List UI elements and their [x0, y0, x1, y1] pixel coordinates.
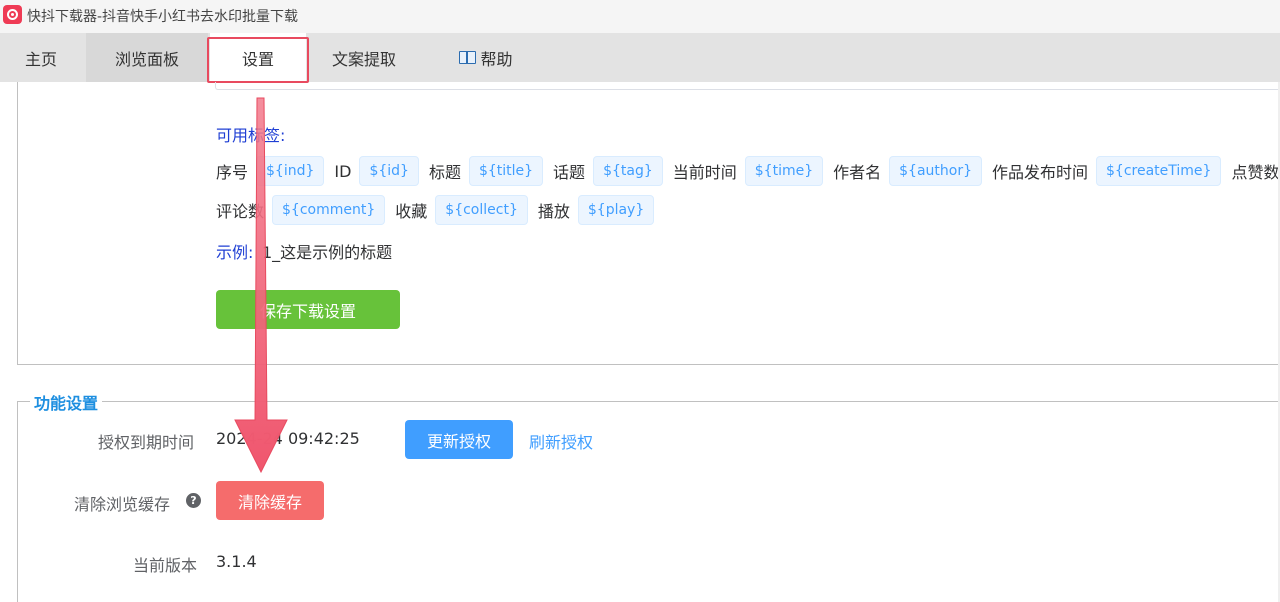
refresh-license-link[interactable]: 刷新授权 [529, 429, 593, 453]
function-fieldset-left-border [17, 401, 18, 602]
auth-expiry-label: 授权到期时间 [98, 433, 195, 452]
app-logo-icon [3, 5, 22, 24]
tag-name-id: ID [334, 161, 352, 181]
clear-cache-label: 清除浏览缓存 [74, 495, 171, 514]
tag-name-play: 播放 [537, 202, 570, 221]
save-download-settings-button[interactable]: 保存下载设置 [216, 290, 400, 329]
example-value: 1_这是示例的标题 [262, 243, 393, 262]
auth-expiry-value: 2024-24 09:42:25 [216, 429, 360, 448]
example-label: 示例: [216, 243, 254, 262]
tag-chip-index[interactable]: ${ind} [256, 156, 325, 186]
download-fieldset-left-border [17, 82, 18, 365]
tag-name-author: 作者名 [833, 163, 882, 182]
current-version-value: 3.1.4 [216, 552, 257, 571]
tag-chip-topic[interactable]: ${tag} [593, 156, 663, 186]
current-version-label: 当前版本 [133, 556, 198, 575]
tag-name-index: 序号 [216, 163, 249, 182]
tag-chip-collect[interactable]: ${collect} [435, 195, 528, 225]
tags-row-1: 序号 ${ind} ID ${id} 标题 ${title} 话题 ${tag}… [216, 156, 1280, 186]
tag-name-collect: 收藏 [395, 202, 428, 221]
available-tags-label: 可用标签: [216, 126, 286, 145]
tags-row-2: 评论数 ${comment} 收藏 ${collect} 播放 ${play} [216, 195, 664, 225]
tab-help-label: 帮助 [480, 49, 513, 69]
tag-name-create-time: 作品发布时间 [992, 163, 1089, 182]
window-titlebar: 快抖下载器-抖音快手小红书去水印批量下载 [0, 0, 1280, 33]
annotation-arrow-icon [234, 97, 288, 474]
download-fieldset-bottom-border [17, 364, 1280, 365]
renew-license-button[interactable]: 更新授权 [405, 420, 513, 459]
book-icon [459, 51, 477, 64]
function-settings-legend: 功能设置 [30, 390, 103, 414]
tag-chip-title[interactable]: ${title} [468, 156, 544, 186]
clear-cache-button[interactable]: 清除缓存 [216, 481, 324, 520]
tag-chip-comments[interactable]: ${comment} [272, 195, 386, 225]
function-fieldset-top-border [17, 401, 1280, 402]
tag-chip-id[interactable]: ${id} [359, 156, 419, 186]
tag-chip-create-time[interactable]: ${createTime} [1096, 156, 1222, 186]
tag-chip-current-time[interactable]: ${time} [744, 156, 824, 186]
tab-browse-panel[interactable]: 浏览面板 [86, 33, 208, 82]
main-tabbar: 主页 浏览面板 设置 文案提取 帮助 [0, 33, 1280, 82]
tab-help[interactable]: 帮助 [446, 33, 526, 82]
tag-name-comments: 评论数 [216, 202, 265, 221]
filename-template-input[interactable] [215, 82, 1280, 90]
tag-name-likes: 点赞数 [1231, 163, 1280, 182]
tag-chip-author[interactable]: ${author} [889, 156, 982, 186]
tab-settings[interactable]: 设置 [210, 33, 306, 82]
tab-home[interactable]: 主页 [0, 33, 82, 82]
tag-name-current-time: 当前时间 [672, 163, 737, 182]
tag-name-topic: 话题 [553, 163, 586, 182]
question-circle-icon[interactable]: ? [186, 493, 201, 508]
tab-text-extract[interactable]: 文案提取 [314, 33, 414, 82]
tag-chip-play[interactable]: ${play} [577, 195, 655, 225]
tag-name-title: 标题 [428, 163, 461, 182]
window-title: 快抖下载器-抖音快手小红书去水印批量下载 [27, 9, 299, 25]
